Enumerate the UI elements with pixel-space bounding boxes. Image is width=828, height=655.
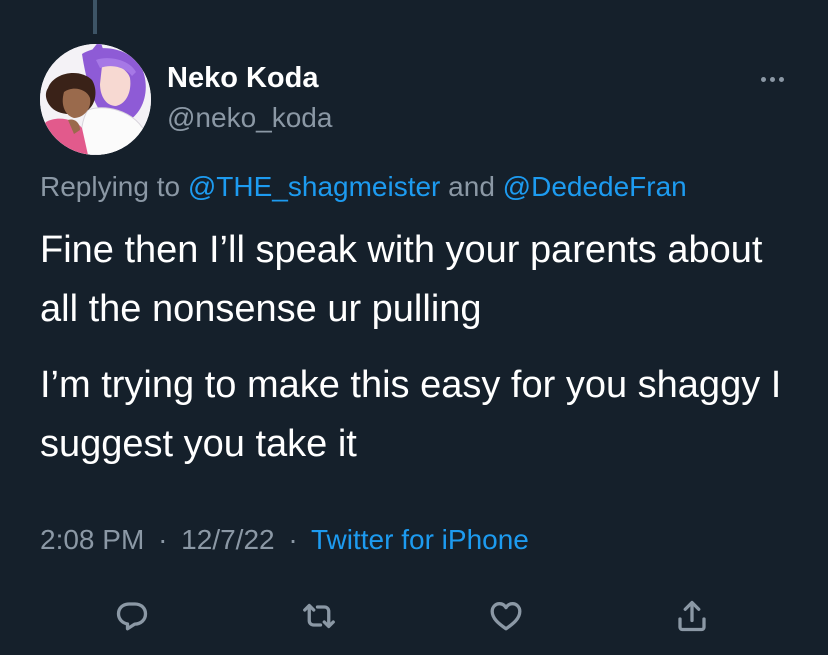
mention-link-the-shagmeister[interactable]: @THE_shagmeister <box>188 171 441 202</box>
replying-to-joiner: and <box>448 171 495 202</box>
reply-icon <box>116 602 148 631</box>
cartoon-avatar-icon <box>40 44 151 155</box>
heart-icon <box>490 602 522 631</box>
retweet-button[interactable] <box>297 594 341 638</box>
tweet-date[interactable]: 12/7/22 <box>181 524 274 555</box>
like-button[interactable] <box>484 594 528 638</box>
retweet-icon <box>303 603 335 629</box>
tweet-source-link[interactable]: Twitter for iPhone <box>311 524 529 555</box>
share-icon <box>678 600 706 632</box>
tweet-time[interactable]: 2:08 PM <box>40 524 144 555</box>
avatar[interactable] <box>40 44 151 155</box>
author-handle[interactable]: @neko_koda <box>167 102 332 134</box>
thread-connector-line <box>93 0 97 34</box>
meta-separator: · <box>158 524 168 555</box>
replying-to-label: Replying to <box>40 171 181 202</box>
reply-button[interactable] <box>110 594 154 638</box>
replying-to-line: Replying to @THE_shagmeister and @Dedede… <box>40 171 687 203</box>
meta-separator: · <box>288 524 298 555</box>
share-button[interactable] <box>670 594 714 638</box>
tweet-text-paragraph: I’m trying to make this easy for you sha… <box>40 364 782 465</box>
more-options-dot <box>778 76 784 82</box>
more-options-dot <box>769 76 775 82</box>
divider <box>40 580 828 581</box>
mention-link-dededefran[interactable]: @DededeFran <box>503 171 687 202</box>
more-options-button[interactable] <box>752 64 792 94</box>
author-display-name[interactable]: Neko Koda <box>167 62 318 95</box>
tweet-meta: 2:08 PM · 12/7/22 · Twitter for iPhone <box>40 524 529 556</box>
tweet-text-paragraph: Fine then I’ll speak with your parents a… <box>40 229 763 330</box>
more-options-icon <box>760 76 766 82</box>
